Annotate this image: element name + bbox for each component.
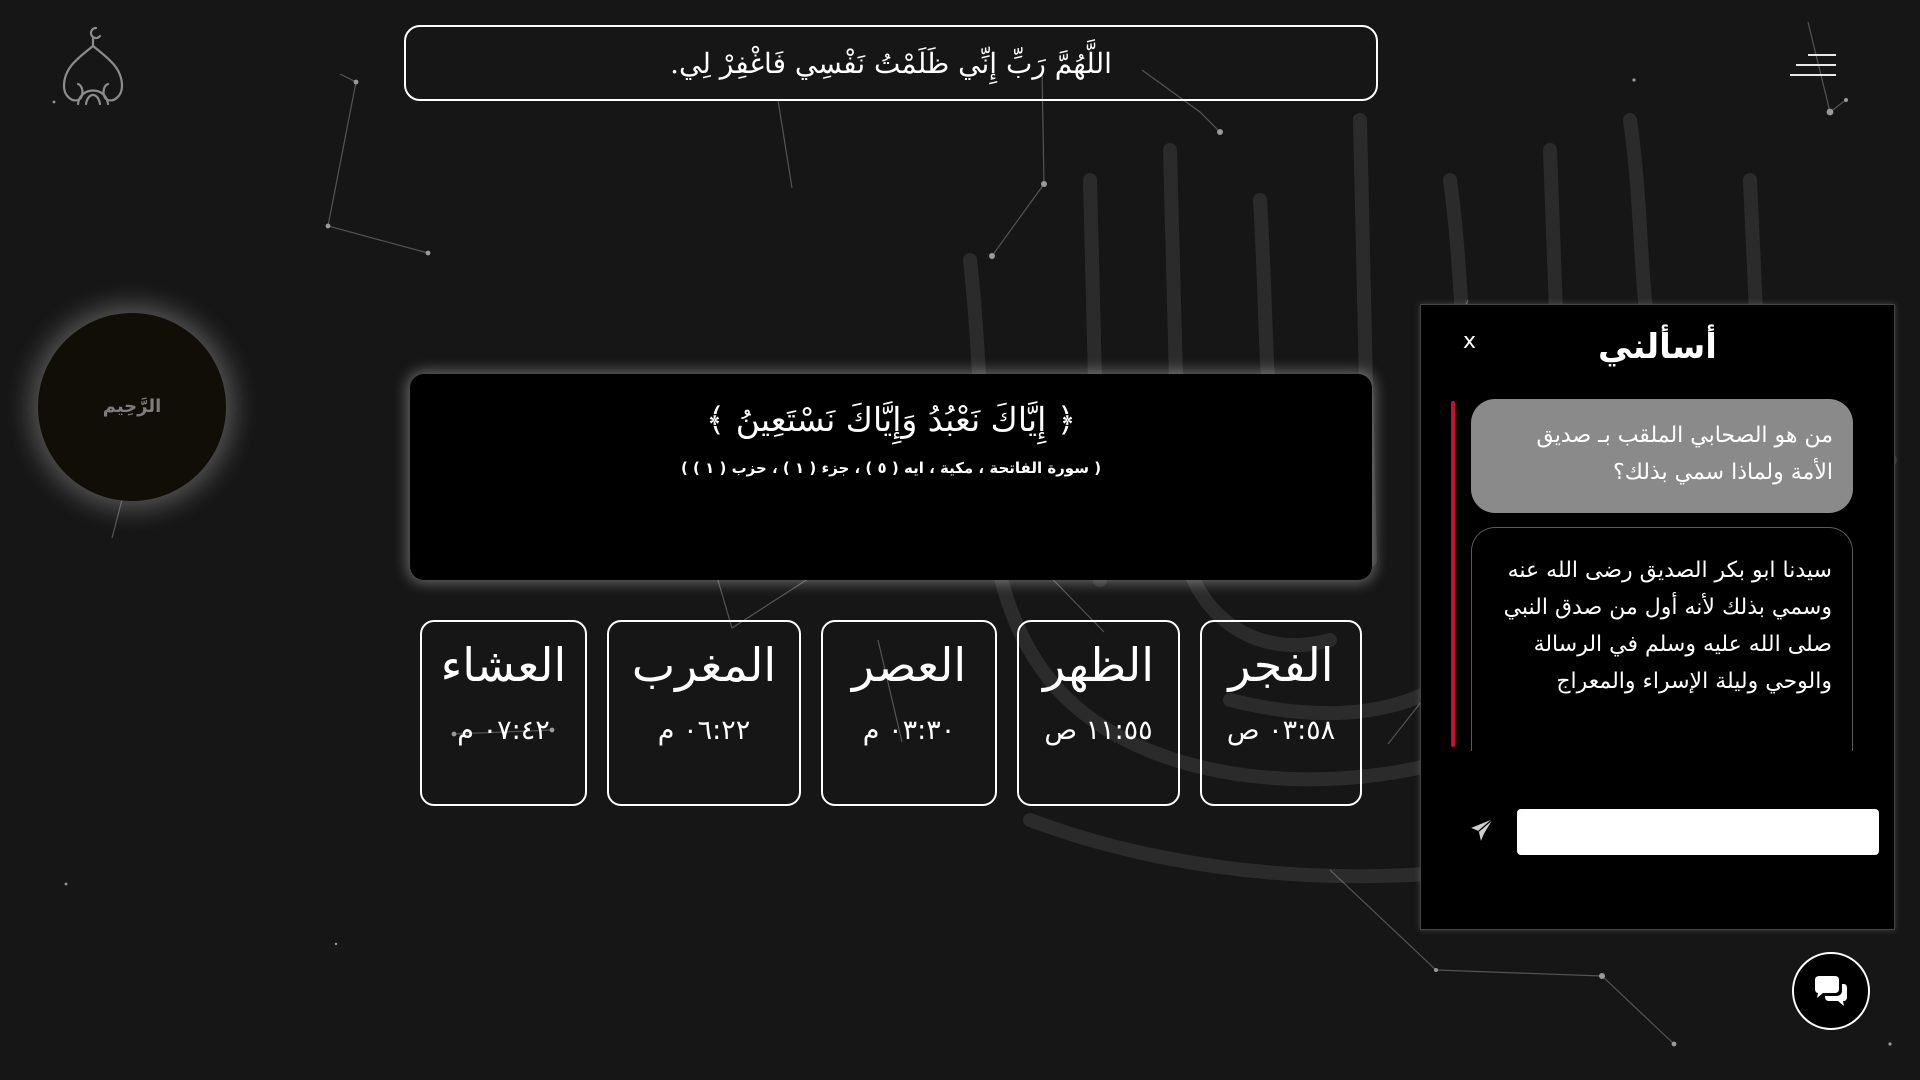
ayah-text: ﴿ إِيَّاكَ نَعْبُدُ وَإِيَّاكَ نَسْتَعِي… [705,400,1077,439]
chat-message-text: سيدنا ابو بكر الصديق رضى الله عنه وسمي ب… [1503,558,1832,694]
chat-title: أسألني [1598,327,1717,367]
mosque-dome-icon[interactable] [58,24,128,108]
dua-text: اللَّهُمَّ رَبِّ إِنِّي ظَلَمْتُ نَفْسِي… [670,46,1112,80]
prayer-name: العصر [851,638,967,692]
prayer-card-fajr: الفجر ٠٣:٥٨ ص [1200,620,1362,806]
prayer-time: ٠٣:٣٠ م [862,715,956,747]
hamburger-menu-icon[interactable] [1790,52,1836,82]
chat-message-user: من هو الصحابي الملقب بـ صديق الأمة ولماذ… [1471,399,1853,513]
divine-name-orb: الرَّحِيم [38,313,226,501]
prayer-name: الفجر [1228,638,1334,692]
paper-plane-icon[interactable] [1469,817,1495,843]
prayer-name: الظهر [1042,638,1155,692]
prayer-time: ٠٧:٤٢ م [457,715,550,747]
prayer-name: المغرب [631,638,777,692]
dua-banner: اللَّهُمَّ رَبِّ إِنِّي ظَلَمْتُ نَفْسِي… [404,25,1378,101]
prayer-time: ٠٦:٢٢ م [657,715,751,747]
ayah-reference: ( سورة الفاتحة ، مكية ، ايه ( ٥ ) ، جزء … [680,459,1102,477]
prayer-card-isha: العشاء ٠٧:٤٢ م [420,620,587,806]
menu-line-middle [1796,64,1836,66]
chat-input[interactable] [1517,809,1879,855]
chat-panel: أسألني x من هو الصحابي الملقب بـ صديق ال… [1420,304,1895,930]
orb-label: الرَّحِيم [102,395,162,417]
ayah-card: ﴿ إِيَّاكَ نَعْبُدُ وَإِيَّاكَ نَسْتَعِي… [410,374,1372,580]
chat-message-text: من هو الصحابي الملقب بـ صديق الأمة ولماذ… [1536,423,1833,485]
prayer-card-dhuhr: الظهر ١١:٥٥ ص [1017,620,1180,806]
menu-line-bottom [1790,74,1836,76]
prayer-card-maghrib: المغرب ٠٦:٢٢ م [607,620,801,806]
chat-close-button[interactable]: x [1463,329,1476,354]
prayer-card-asr: العصر ٠٣:٣٠ م [821,620,997,806]
chat-scrollbar[interactable] [1451,401,1455,747]
chat-message-bot: سيدنا ابو بكر الصديق رضى الله عنه وسمي ب… [1471,527,1853,751]
page-root: اللَّهُمَّ رَبِّ إِنِّي ظَلَمْتُ نَفْسِي… [0,0,1920,1080]
menu-line-top [1808,54,1836,56]
chat-toggle-button[interactable] [1792,952,1870,1030]
prayer-time: ١١:٥٥ ص [1044,715,1153,747]
prayer-time: ٠٣:٥٨ ص [1226,715,1336,747]
prayer-name: العشاء [440,638,567,692]
chat-bubbles-icon [1815,976,1847,1006]
